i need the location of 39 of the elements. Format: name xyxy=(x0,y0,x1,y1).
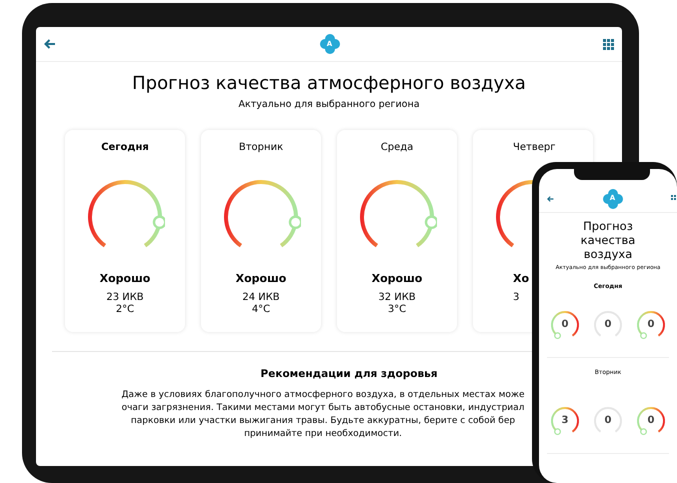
recommendation-text: Даже в условиях благополучного атмосферного воздуха, в отдельных местах може xyxy=(121,389,525,402)
back-arrow-icon[interactable] xyxy=(44,39,56,49)
gauge-value: 0 xyxy=(648,416,654,426)
status-label: Хорошо xyxy=(236,271,286,288)
gauge-dial xyxy=(594,407,622,433)
grid-menu-icon[interactable] xyxy=(603,38,614,50)
gauge-value: 0 xyxy=(604,320,612,330)
recommendation-text: очаги загрязнения. Такими местами могут быть автобусные остановки, индустриал xyxy=(122,402,524,415)
status-label: Хорошо xyxy=(372,271,422,288)
section-heading: Рекомендации для здоровья xyxy=(260,367,438,382)
gauge-value: 3 xyxy=(562,416,568,426)
page-subtitle: Актуально для выбранного региона xyxy=(238,98,420,112)
recommendation-text: принимайте при необходимости. xyxy=(244,428,402,441)
temperature-value: 4°C xyxy=(252,304,270,316)
aqi-value: 3 xyxy=(512,292,520,304)
temperature-value: 2°C xyxy=(116,304,134,316)
page-title: Прогноз качества атмосферного воздуха xyxy=(132,72,526,96)
page-title: Прогноз качества воздуха xyxy=(580,219,636,261)
gauge-value: 0 xyxy=(562,320,568,330)
aqi-value: 32 ИКВ xyxy=(378,292,416,304)
temperature-value: 3°C xyxy=(388,304,406,316)
day-label[interactable]: Вторник xyxy=(238,140,284,156)
gauge-value: 0 xyxy=(604,416,612,426)
day-label[interactable]: Среда xyxy=(380,140,414,156)
gauge-dial xyxy=(637,311,665,340)
day-label[interactable]: Сегодня xyxy=(101,140,149,156)
gauge-dial xyxy=(551,311,579,340)
recommendation-text: парковки или участки выжигания травы. Будьте аккуратны, берите с собой бер xyxy=(130,415,516,428)
grid-menu-icon[interactable] xyxy=(671,195,677,202)
status-label: Хорошо xyxy=(100,271,150,288)
day-label[interactable]: Четверг xyxy=(473,140,556,156)
gauge-dial xyxy=(551,407,579,436)
gauge-dial xyxy=(637,407,665,436)
status-label: Хо xyxy=(512,271,530,288)
gauge-value: 0 xyxy=(648,320,654,330)
gauge-dial xyxy=(594,311,622,337)
aqi-value: 23 ИКВ xyxy=(106,292,144,304)
back-arrow-icon[interactable] xyxy=(547,196,554,202)
aqi-value: 24 ИКВ xyxy=(242,292,280,304)
